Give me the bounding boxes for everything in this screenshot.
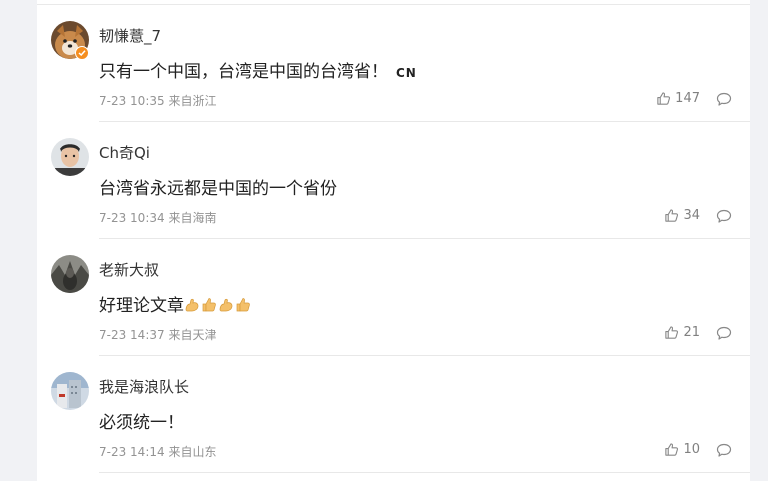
comment-body: 只有一个中国，台湾是中国的台湾省！ (99, 62, 388, 82)
reply-button[interactable] (716, 209, 732, 228)
comment-item: 韧慊薏_7 只有一个中国，台湾是中国的台湾省！ CN 7-23 10:35 来自浙… (37, 5, 750, 122)
timestamp: 7-23 14:37 (99, 328, 165, 342)
thumbs-up-icon (665, 443, 679, 456)
comment-bubble-icon (716, 209, 732, 223)
comment-meta: 7-23 10:34 来自海南 (99, 209, 216, 226)
comment-item: 老新大叔 好理论文章 7-23 14:37 来自天津 21 (37, 239, 750, 356)
username[interactable]: 我是海浪队长 (99, 376, 189, 397)
thumbs-up-icon (665, 326, 679, 339)
flexed-bicep-emoji (219, 298, 233, 312)
like-count: 21 (683, 325, 700, 340)
comment-bubble-icon (716, 443, 732, 457)
comment-meta: 7-23 10:35 来自浙江 (99, 92, 216, 109)
reply-button[interactable] (716, 92, 732, 111)
comment-item: Ch奇Qi 台湾省永远都是中国的一个省份 7-23 10:34 来自海南 34 (37, 122, 750, 239)
thumbs-up-emoji (202, 298, 216, 312)
like-button[interactable]: 10 (664, 442, 700, 457)
comment-bubble-icon (716, 326, 732, 340)
location: 来自浙江 (168, 94, 217, 108)
timestamp: 7-23 10:35 (99, 94, 165, 108)
comment-bubble-icon (716, 92, 732, 106)
reply-button[interactable] (716, 443, 732, 462)
comment-meta: 7-23 14:37 来自天津 (99, 326, 216, 343)
comment-body: 好理论文章 (99, 296, 184, 316)
flexed-bicep-emoji (185, 298, 199, 312)
username[interactable]: Ch奇Qi (99, 142, 150, 163)
thumbs-up-icon (665, 209, 679, 222)
avatar[interactable] (51, 255, 89, 293)
username[interactable]: 老新大叔 (99, 259, 159, 280)
like-button[interactable]: 34 (664, 208, 700, 223)
thumbs-up-icon (657, 92, 671, 105)
comment-text: 台湾省永远都是中国的一个省份 (99, 179, 337, 199)
comment-list: 韧慊薏_7 只有一个中国，台湾是中国的台湾省！ CN 7-23 10:35 来自浙… (37, 0, 750, 481)
avatar[interactable] (51, 138, 89, 176)
like-count: 10 (683, 442, 700, 457)
location: 来自海南 (168, 211, 217, 225)
like-button[interactable]: 147 (656, 91, 700, 106)
verified-badge-icon (75, 46, 89, 60)
country-tag: CN (396, 66, 417, 80)
divider (99, 472, 750, 473)
comment-item: 我是海浪队长 必须统一！ 7-23 14:14 来自山东 10 (37, 356, 750, 473)
location: 来自天津 (168, 328, 217, 342)
like-count: 34 (683, 208, 700, 223)
timestamp: 7-23 14:14 (99, 445, 165, 459)
like-button[interactable]: 21 (664, 325, 700, 340)
comment-text: 必须统一！ (99, 413, 184, 433)
comment-text: 好理论文章 (99, 291, 252, 316)
avatar[interactable] (51, 372, 89, 410)
like-count: 147 (675, 91, 700, 106)
thumbs-up-emoji (236, 298, 250, 312)
location: 来自山东 (168, 445, 217, 459)
timestamp: 7-23 10:34 (99, 211, 165, 225)
comment-meta: 7-23 14:14 来自山东 (99, 443, 216, 460)
username[interactable]: 韧慊薏_7 (99, 25, 161, 46)
reply-button[interactable] (716, 326, 732, 345)
emoji-group (184, 296, 252, 316)
comment-text: 只有一个中国，台湾是中国的台湾省！ CN (99, 57, 417, 82)
